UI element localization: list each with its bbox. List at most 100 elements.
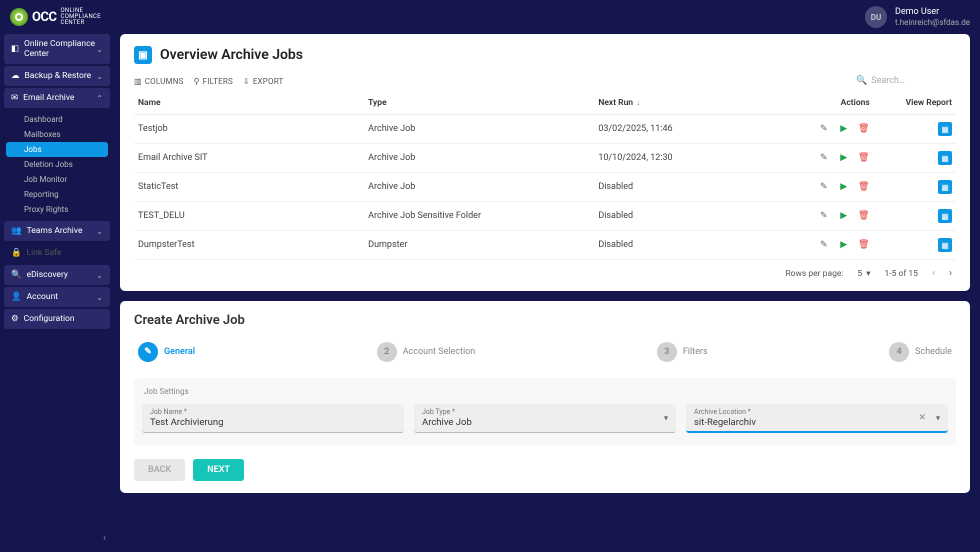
form-buttons: BACK NEXT [134,459,956,481]
delete-icon[interactable]: 🗑 [858,152,870,164]
sidebar-sub-dashboard[interactable]: Dashboard [6,112,108,127]
th-nextrun[interactable]: Next Run↓ [594,92,791,115]
archive-location-field[interactable]: Archive Location * sit-Regelarchiv ✕ ▾ [686,404,948,433]
filters-button[interactable]: ⚲FILTERS [194,77,233,86]
user-email: t.heinreich@sfdas.de [895,18,970,27]
rpp-select[interactable]: 5▾ [857,269,870,279]
step-schedule[interactable]: 4 Schedule [889,342,952,362]
jobname-value: Test Archivierung [150,416,396,428]
sidebar-item-label: Online Compliance Center [24,39,96,59]
user-icon: 👤 [11,292,22,302]
next-button[interactable]: NEXT [193,459,244,481]
back-button[interactable]: BACK [134,459,185,481]
jobtype-label: Job Type * [422,408,668,416]
delete-icon[interactable]: 🗑 [858,181,870,193]
sidebar-sub-proxy[interactable]: Proxy Rights [6,202,108,217]
run-icon[interactable]: ▶ [838,123,850,135]
create-title: Create Archive Job [134,313,956,328]
search-icon: 🔍 [11,270,22,280]
th-type[interactable]: Type [364,92,594,115]
step-label: Account Selection [403,347,476,357]
run-icon[interactable]: ▶ [838,152,850,164]
jobtype-field[interactable]: Job Type * Archive Job ▾ [414,404,676,433]
edit-icon[interactable]: ✎ [818,152,830,164]
prev-page-button[interactable]: ‹ [932,268,935,279]
archloc-label: Archive Location * [694,408,940,416]
clear-icon[interactable]: ✕ [918,413,926,423]
run-icon[interactable]: ▶ [838,210,850,222]
columns-button[interactable]: ▥COLUMNS [134,77,184,86]
cell-nextrun: Disabled [594,231,791,260]
jobtype-value: Archive Job [422,416,668,428]
sidebar-item-label: eDiscovery [27,270,68,280]
overview-card: ▣ Overview Archive Jobs ▥COLUMNS ⚲FILTER… [120,34,970,291]
page-range: 1-5 of 15 [884,269,917,279]
chevron-down-icon: ⌄ [96,271,103,280]
edit-icon[interactable]: ✎ [818,210,830,222]
sidebar-item-account[interactable]: 👤Account ⌄ [4,287,110,307]
run-icon[interactable]: ▶ [838,181,850,193]
report-icon[interactable]: ▦ [938,180,952,194]
sidebar-sub-deletion-jobs[interactable]: Deletion Jobs [6,157,108,172]
search-input[interactable]: 🔍 Search… [856,76,956,86]
jobname-field[interactable]: Job Name * Test Archivierung [142,404,404,433]
report-icon[interactable]: ▦ [938,238,952,252]
sidebar-item-label: Configuration [24,314,75,324]
sidebar-item-email-archive[interactable]: ✉Email Archive ⌃ [4,88,110,108]
table-row: StaticTestArchive JobDisabled✎▶🗑▦ [134,173,956,202]
gear-icon: ⚙ [11,314,19,324]
sidebar-item-label: Teams Archive [27,226,83,236]
sidebar-item-occ[interactable]: ◧Online Compliance Center ⌄ [4,34,110,64]
sidebar-item-label: Backup & Restore [25,71,92,81]
table-row: TestjobArchive Job03/02/2025, 11:46✎▶🗑▦ [134,115,956,144]
filter-icon: ⚲ [194,77,200,86]
filters-label: FILTERS [203,77,233,86]
sidebar-item-configuration[interactable]: ⚙ Configuration [4,309,110,329]
dropdown-icon: ▾ [936,413,940,422]
report-icon[interactable]: ▦ [938,122,952,136]
table-toolbar: ▥COLUMNS ⚲FILTERS ⇩EXPORT 🔍 Search… [134,76,956,86]
dashboard-icon: ◧ [11,44,19,54]
cell-type: Archive Job [364,144,594,173]
edit-icon[interactable]: ✎ [818,239,830,251]
edit-icon[interactable]: ✎ [818,123,830,135]
columns-icon: ▥ [134,77,142,86]
cell-name: DumpsterTest [134,231,364,260]
delete-icon[interactable]: 🗑 [858,123,870,135]
step-label: Filters [683,347,708,357]
step-filters[interactable]: 3 Filters [657,342,708,362]
delete-icon[interactable]: 🗑 [858,210,870,222]
export-button[interactable]: ⇩EXPORT [243,77,284,86]
user-area[interactable]: DU Demo User t.heinreich@sfdas.de [865,6,970,28]
chevron-down-icon: ▾ [866,269,870,279]
chevron-down-icon: ⌄ [96,227,103,236]
report-icon[interactable]: ▦ [938,209,952,223]
step-general[interactable]: ✎ General [138,342,195,362]
report-icon[interactable]: ▦ [938,151,952,165]
chevron-down-icon: ⌄ [96,72,103,81]
next-page-button[interactable]: › [949,268,952,279]
sidebar-item-backup[interactable]: ☁Backup & Restore ⌄ [4,66,110,86]
run-icon[interactable]: ▶ [838,239,850,251]
sidebar-sub-jobs[interactable]: Jobs [6,142,108,157]
sidebar-item-ediscovery[interactable]: 🔍 eDiscovery ⌄ [4,265,110,285]
step-label: Schedule [915,347,952,357]
edit-icon[interactable]: ✎ [818,181,830,193]
sidebar-sub-reporting[interactable]: Reporting [6,187,108,202]
jobname-label: Job Name * [150,408,396,416]
sidebar-item-teams-archive[interactable]: 👥Teams Archive ⌄ [4,221,110,241]
sidebar-sub-job-monitor[interactable]: Job Monitor [6,172,108,187]
sidebar-item-label: Account [27,292,58,302]
step-account-selection[interactable]: 2 Account Selection [377,342,476,362]
collapse-sidebar-button[interactable]: ‹ [103,533,106,544]
job-settings-form: Job Settings Job Name * Test Archivierun… [134,378,956,445]
cell-type: Archive Job [364,115,594,144]
table-row: TEST_DELUArchive Job Sensitive FolderDis… [134,202,956,231]
sidebar-sub-mailboxes[interactable]: Mailboxes [6,127,108,142]
export-label: EXPORT [253,77,284,86]
pencil-icon: ✎ [138,342,158,362]
pagination: Rows per page: 5▾ 1-5 of 15 ‹ › [134,260,956,279]
rpp-label: Rows per page: [785,269,843,279]
th-name[interactable]: Name [134,92,364,115]
delete-icon[interactable]: 🗑 [858,239,870,251]
